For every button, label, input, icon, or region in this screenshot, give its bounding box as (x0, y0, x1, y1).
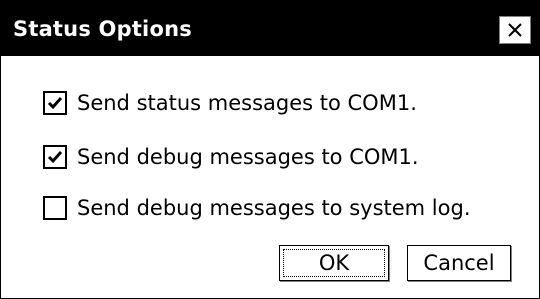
option-debug-system-log[interactable]: Send debug messages to system log. (43, 194, 471, 222)
close-icon (508, 23, 522, 37)
debug-system-log-checkbox[interactable] (43, 196, 67, 220)
checkmark-icon (47, 151, 63, 164)
cancel-button[interactable]: Cancel (407, 245, 511, 281)
status-com1-label: Send status messages to COM1. (77, 91, 417, 115)
dialog-title: Status Options (13, 17, 192, 41)
status-options-dialog: Status Options Send status messages to C… (0, 0, 540, 299)
option-debug-com1[interactable]: Send debug messages to COM1. (43, 143, 419, 171)
debug-com1-checkbox[interactable] (43, 145, 67, 169)
cancel-button-label: Cancel (423, 251, 495, 275)
debug-com1-label: Send debug messages to COM1. (77, 145, 419, 169)
debug-system-log-label: Send debug messages to system log. (77, 196, 471, 220)
close-button[interactable] (499, 16, 531, 44)
ok-button[interactable]: OK (279, 245, 389, 281)
checkmark-icon (47, 97, 63, 110)
title-bar: Status Options (1, 1, 539, 56)
status-com1-checkbox[interactable] (43, 91, 67, 115)
focus-rectangle (283, 249, 385, 277)
option-status-com1[interactable]: Send status messages to COM1. (43, 89, 417, 117)
